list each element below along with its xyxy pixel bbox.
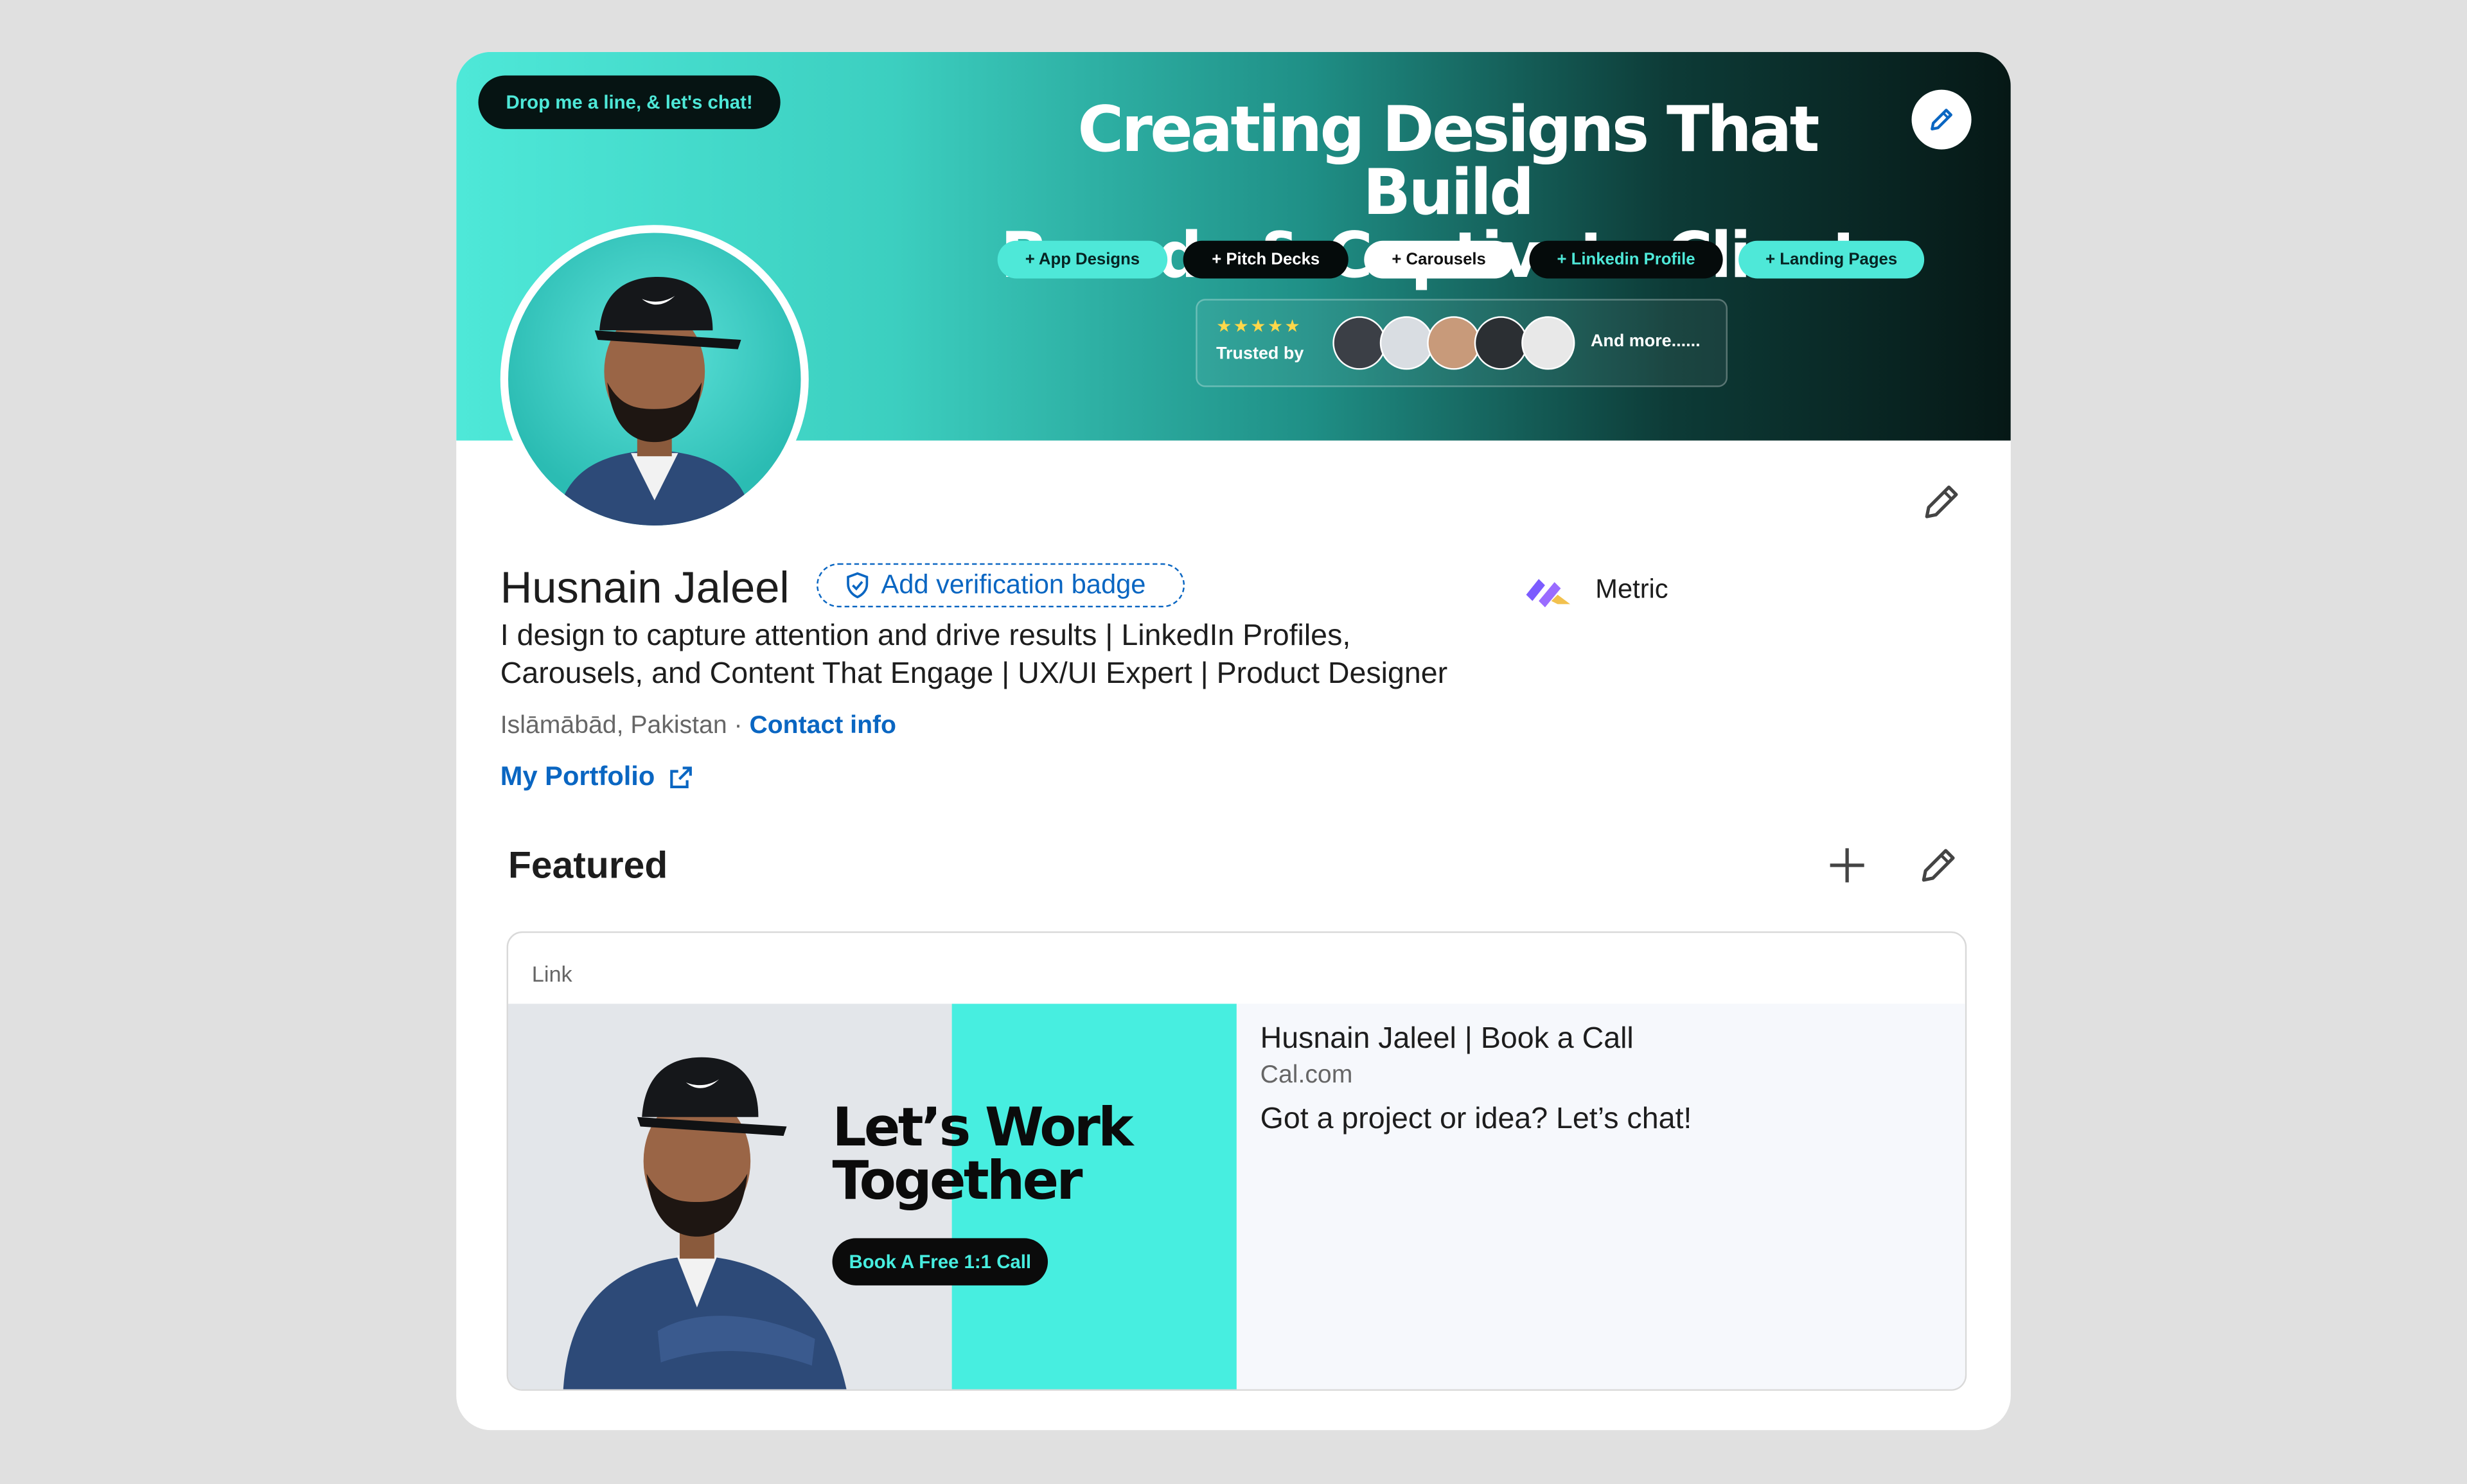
featured-link-info: Husnain Jaleel | Book a Call Cal.com Got… bbox=[1236, 1003, 1965, 1390]
profile-card: Drop me a line, & let's chat! Creating D… bbox=[456, 51, 2011, 1431]
featured-type-label: Link bbox=[531, 961, 572, 987]
profile-photo-image bbox=[508, 233, 801, 526]
featured-thumbnail: Let’s Work Together Book A Free 1:1 Call bbox=[508, 1003, 1237, 1390]
tag-app-designs: + App Designs bbox=[997, 240, 1168, 279]
add-featured-button[interactable] bbox=[1823, 842, 1870, 888]
pencil-icon bbox=[1922, 849, 1955, 882]
person-illustration bbox=[563, 1057, 847, 1390]
thumbnail-heading-line1: Let’s Work bbox=[832, 1096, 1134, 1160]
metric-logo-icon bbox=[1526, 579, 1571, 608]
verification-label: Add verification badge bbox=[881, 569, 1146, 600]
external-link-icon bbox=[670, 766, 693, 788]
thumbnail-heading: Let’s Work Together bbox=[832, 1096, 1134, 1214]
client-avatar bbox=[1427, 316, 1481, 370]
plus-icon bbox=[1830, 848, 1864, 883]
profile-headline: I design to capture attention and drive … bbox=[500, 619, 1448, 691]
featured-link-title: Husnain Jaleel | Book a Call bbox=[1260, 1022, 1634, 1056]
client-avatar bbox=[1379, 316, 1434, 370]
location-line: Islāmābād, Pakistan · Contact info bbox=[500, 712, 896, 741]
contact-info-link[interactable]: Contact info bbox=[749, 712, 896, 739]
client-avatar bbox=[1474, 316, 1528, 370]
thumbnail-cta-button: Book A Free 1:1 Call bbox=[832, 1238, 1048, 1285]
location-separator: · bbox=[727, 712, 750, 740]
featured-link-domain: Cal.com bbox=[1260, 1062, 1353, 1089]
banner-headline-line1: Creating Designs That Build bbox=[1077, 94, 1819, 230]
page: Drop me a line, & let's chat! Creating D… bbox=[0, 0, 2467, 1483]
client-avatar bbox=[1332, 316, 1386, 370]
client-avatar bbox=[1521, 316, 1575, 370]
edit-banner-button[interactable] bbox=[1911, 89, 1972, 150]
add-verification-badge-button[interactable]: Add verification badge bbox=[817, 563, 1185, 608]
star-rating: ★★★★★ bbox=[1216, 317, 1302, 337]
trusted-by-box: ★★★★★ Trusted by And more...... bbox=[1196, 299, 1728, 387]
tag-pitch-decks: + Pitch Decks bbox=[1183, 240, 1348, 279]
tag-landing-pages: + Landing Pages bbox=[1738, 240, 1925, 279]
pencil-icon bbox=[1931, 109, 1952, 131]
profile-name: Husnain Jaleel bbox=[500, 563, 790, 612]
shield-check-icon bbox=[847, 572, 869, 599]
thumbnail-heading-line2: Together bbox=[832, 1150, 1083, 1214]
featured-link-description: Got a project or idea? Let’s chat! bbox=[1260, 1102, 1692, 1136]
portfolio-label: My Portfolio bbox=[500, 761, 655, 791]
and-more-label: And more...... bbox=[1590, 331, 1701, 351]
tag-carousels: + Carousels bbox=[1364, 240, 1514, 279]
portfolio-link[interactable]: My Portfolio bbox=[500, 761, 694, 793]
featured-link-card[interactable]: Link Let’s Work Together Book A Free 1:1… bbox=[506, 931, 1967, 1391]
location-text: Islāmābād, Pakistan bbox=[500, 712, 727, 740]
chat-pill: Drop me a line, & let's chat! bbox=[478, 75, 781, 129]
tag-linkedin-profile: + Linkedin Profile bbox=[1529, 240, 1723, 279]
pencil-icon bbox=[1925, 485, 1958, 518]
profile-photo[interactable] bbox=[500, 225, 809, 534]
current-company[interactable]: Metric bbox=[1523, 572, 1668, 608]
edit-featured-button[interactable] bbox=[1914, 842, 1961, 888]
company-name: Metric bbox=[1595, 574, 1668, 605]
edit-intro-button[interactable] bbox=[1918, 478, 1965, 525]
person-illustration bbox=[555, 277, 754, 526]
trusted-by-label: Trusted by bbox=[1216, 344, 1304, 364]
featured-title: Featured bbox=[508, 845, 668, 888]
